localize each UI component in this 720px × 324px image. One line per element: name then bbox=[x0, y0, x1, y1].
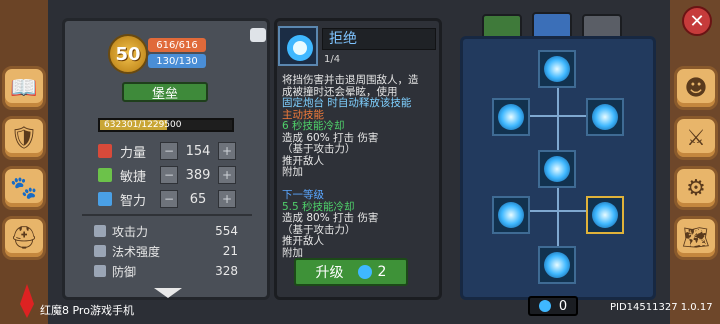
stat-increase-button[interactable]: + bbox=[218, 166, 236, 184]
scroll-down-arrow[interactable] bbox=[154, 283, 182, 298]
paw-menu-button[interactable]: 🐾 bbox=[2, 166, 46, 210]
skill-node[interactable] bbox=[492, 98, 530, 136]
combat-stat-row: 法术强度 21 bbox=[94, 242, 238, 260]
book-icon: 📖 bbox=[10, 75, 38, 101]
skill-node-selected[interactable] bbox=[586, 196, 624, 234]
crossed-swords-icon: ⚔ bbox=[686, 125, 706, 151]
chevron-down-icon bbox=[154, 288, 182, 298]
map-icon: 🗺 bbox=[682, 225, 710, 251]
stat-value: 154 bbox=[185, 143, 211, 159]
skill-point-icon bbox=[357, 265, 372, 279]
stat-row: 智力 −65 + bbox=[98, 188, 236, 210]
skill-node[interactable] bbox=[492, 196, 530, 234]
skill-node[interactable] bbox=[538, 50, 576, 88]
armor-icon: 🛡 bbox=[10, 125, 38, 151]
hp-bar: 616/616 bbox=[148, 38, 206, 52]
armor-menu-button[interactable]: 🛡 bbox=[2, 116, 46, 160]
reject-skill-icon bbox=[287, 35, 313, 61]
stat-decrease-button[interactable]: − bbox=[160, 166, 178, 184]
level-value: 50 bbox=[115, 43, 141, 65]
gear-icon: ⚙ bbox=[686, 175, 706, 201]
camera-button[interactable] bbox=[250, 28, 266, 42]
combat-stat-value: 554 bbox=[215, 224, 238, 238]
dagger-icon bbox=[98, 168, 112, 182]
stat-name: 力量 bbox=[120, 145, 147, 161]
title-plate[interactable]: 堡垒 bbox=[122, 82, 208, 102]
stat-decrease-button[interactable]: − bbox=[160, 190, 178, 208]
skill-points-counter: 0 bbox=[528, 296, 578, 316]
upgrade-cost: 2 bbox=[377, 264, 387, 280]
upgrade-label: 升级 bbox=[315, 265, 344, 281]
helmet-menu-button[interactable]: ⛑ bbox=[2, 216, 46, 260]
map-menu-button[interactable]: 🗺 bbox=[674, 216, 718, 260]
skill-icon bbox=[278, 26, 318, 66]
character-menu-button[interactable]: ☻ bbox=[674, 66, 718, 110]
tab-tree-3[interactable] bbox=[582, 14, 622, 38]
stat-name: 敏捷 bbox=[120, 169, 147, 185]
mp-bar: 130/130 bbox=[148, 54, 206, 68]
skill-node[interactable] bbox=[538, 150, 576, 188]
skill-point-icon bbox=[538, 300, 551, 312]
close-icon: ✕ bbox=[689, 10, 705, 32]
skills-menu-button[interactable]: ⚔ bbox=[674, 116, 718, 160]
combat-stat-name: 防御 bbox=[112, 264, 137, 279]
divider bbox=[82, 214, 252, 216]
mask-icon: ☻ bbox=[684, 75, 708, 101]
shield-icon bbox=[94, 265, 106, 277]
helmet-icon: ⛑ bbox=[10, 225, 38, 251]
tab-tree-1[interactable] bbox=[482, 14, 522, 38]
combat-stat-name: 法术强度 bbox=[112, 244, 161, 259]
tab-tree-2[interactable] bbox=[532, 12, 572, 38]
strength-icon bbox=[98, 144, 112, 158]
sword-icon bbox=[94, 225, 106, 237]
combat-stat-value: 21 bbox=[222, 244, 238, 258]
xp-bar: 632301/1229500 bbox=[98, 118, 234, 132]
skill-node[interactable] bbox=[538, 246, 576, 284]
book-menu-button[interactable]: 📖 bbox=[2, 66, 46, 110]
stat-name: 智力 bbox=[120, 193, 147, 209]
book-icon bbox=[98, 192, 112, 206]
stat-value: 389 bbox=[185, 167, 211, 183]
paw-icon: 🐾 bbox=[10, 175, 38, 201]
title-text: 堡垒 bbox=[151, 86, 178, 102]
stat-row: 敏捷 −389 + bbox=[98, 164, 236, 186]
skill-points-value: 0 bbox=[558, 298, 568, 314]
stat-increase-button[interactable]: + bbox=[218, 190, 236, 208]
mp-text: 130/130 bbox=[156, 55, 198, 67]
red-magic-logo bbox=[18, 284, 36, 318]
combat-stat-row: 攻击力 554 bbox=[94, 222, 238, 240]
skill-desc-line: 附加 bbox=[282, 166, 303, 178]
close-button[interactable]: ✕ bbox=[682, 6, 712, 36]
pid-label: PID14511327 1.0.17 bbox=[610, 302, 713, 313]
combat-stat-row: 防御 328 bbox=[94, 262, 238, 280]
xp-text: 632301/1229500 bbox=[104, 120, 182, 130]
hp-text: 616/616 bbox=[156, 39, 198, 51]
stat-increase-button[interactable]: + bbox=[218, 142, 236, 160]
skill-name: 拒绝 bbox=[322, 28, 436, 50]
skill-node[interactable] bbox=[586, 98, 624, 136]
device-label: 红魔8 Pro游戏手机 bbox=[40, 304, 134, 317]
wand-icon bbox=[94, 245, 106, 257]
stat-value: 65 bbox=[189, 191, 207, 207]
upgrade-button[interactable]: 升级 2 bbox=[294, 258, 408, 286]
settings-menu-button[interactable]: ⚙ bbox=[674, 166, 718, 210]
level-badge: 50 bbox=[108, 34, 148, 74]
stat-decrease-button[interactable]: − bbox=[160, 142, 178, 160]
combat-stat-name: 攻击力 bbox=[112, 224, 149, 239]
stat-row: 力量 −154 + bbox=[98, 140, 236, 162]
skill-level: 1/4 bbox=[324, 54, 341, 65]
combat-stat-value: 328 bbox=[215, 264, 238, 278]
